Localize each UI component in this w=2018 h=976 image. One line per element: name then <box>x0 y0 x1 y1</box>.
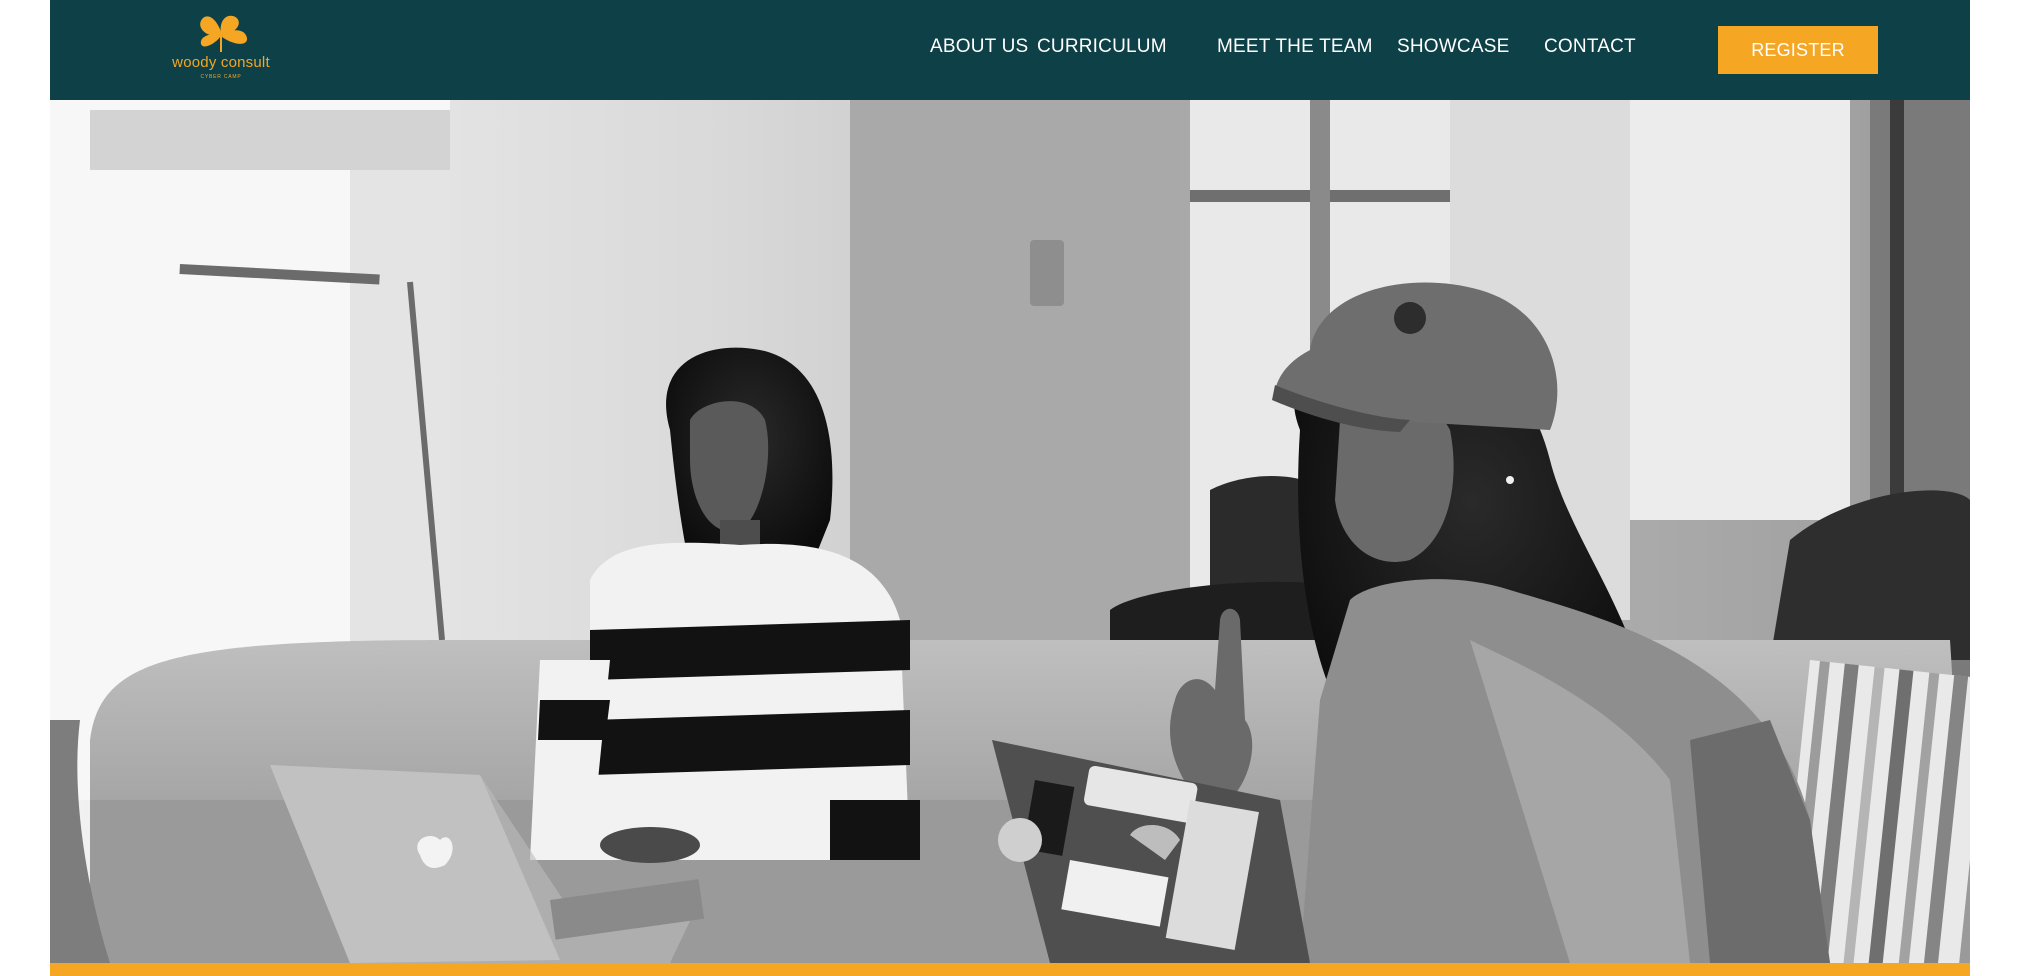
accent-strip <box>50 963 1970 976</box>
nav-link-showcase[interactable]: SHOWCASE <box>1397 36 1509 58</box>
hero-photo <box>50 100 1970 963</box>
nav-link-about-us[interactable]: ABOUT US <box>930 36 1028 58</box>
brand-tagline: CYBER CAMP <box>200 74 242 80</box>
nav-link-meet-the-team[interactable]: MEET THE TEAM <box>1217 36 1373 58</box>
nav-link-curriculum[interactable]: CURRICULUM <box>1037 36 1167 58</box>
register-button[interactable]: REGISTER <box>1718 26 1878 74</box>
ginkgo-leaf-icon <box>200 15 248 52</box>
hero-image <box>50 100 1970 963</box>
brand-name: woody consult <box>172 54 270 71</box>
brand-logo[interactable]: woody consult CYBER CAMP <box>169 14 273 86</box>
top-navbar: woody consult CYBER CAMP ABOUT US CURRIC… <box>50 0 1970 100</box>
landing-page: woody consult CYBER CAMP ABOUT US CURRIC… <box>50 0 1970 976</box>
nav-link-contact[interactable]: CONTACT <box>1544 36 1636 58</box>
